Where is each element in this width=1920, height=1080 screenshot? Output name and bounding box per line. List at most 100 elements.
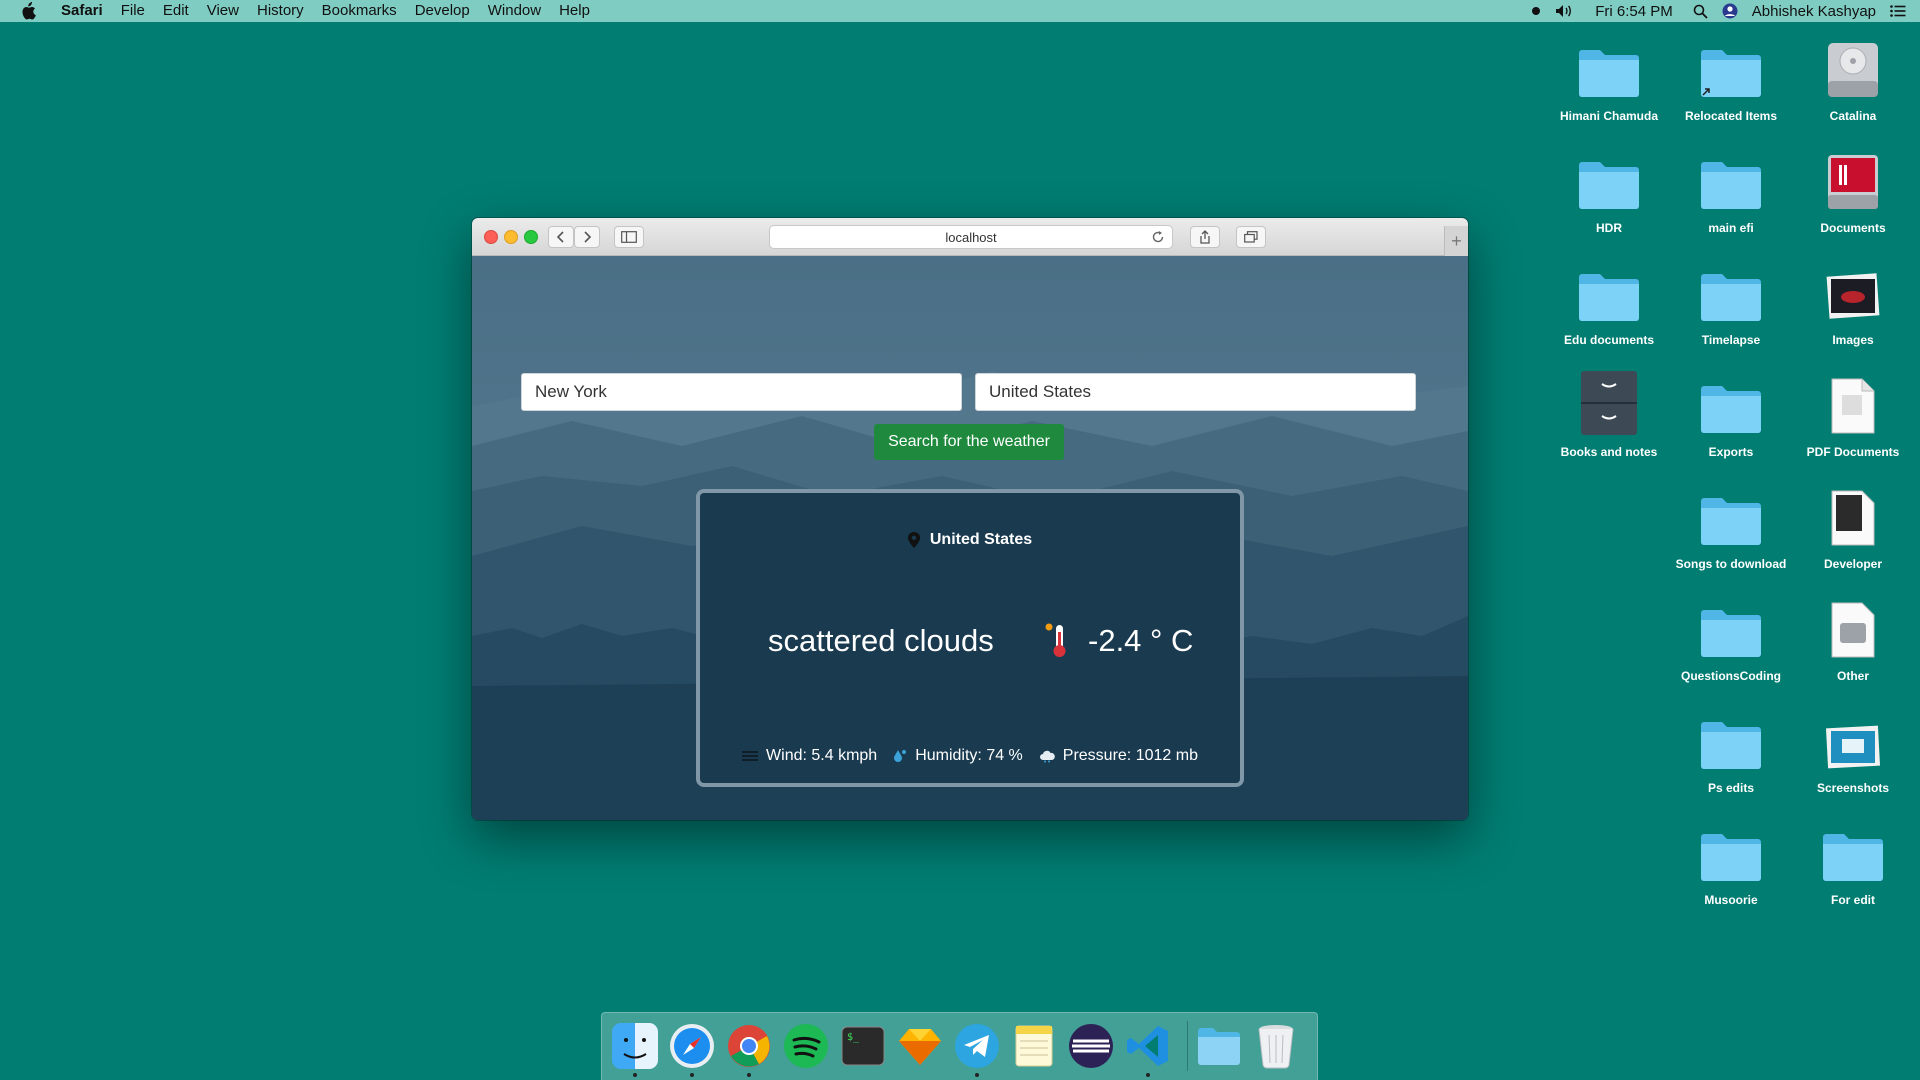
menubar-user-name[interactable]: Abhishek Kashyap: [1752, 3, 1876, 20]
weather-stats: Wind: 5.4 kmph Humidity: 74 % Pressure: …: [700, 747, 1240, 765]
notification-center-icon[interactable]: [1890, 5, 1906, 17]
safari-icon[interactable]: [667, 1021, 717, 1077]
desktop-item-questionscoding[interactable]: QuestionsCoding: [1671, 595, 1791, 695]
image-file-icon: [1821, 259, 1885, 323]
window-toolbar: localhost +: [472, 218, 1468, 256]
desktop-item-label: HDR: [1596, 221, 1622, 235]
safari-window: localhost + New York United States Searc…: [472, 218, 1468, 820]
desktop-item-label: Developer: [1823, 557, 1883, 571]
desktop-item-label: Catalina: [1829, 109, 1877, 123]
desktop-item-label: Books and notes: [1560, 445, 1658, 459]
close-window-button[interactable]: [484, 230, 498, 244]
desktop-item-relocated-items[interactable]: Relocated Items: [1671, 35, 1791, 135]
sidebar-icon: [621, 231, 637, 243]
share-button[interactable]: [1190, 226, 1220, 248]
chevron-left-icon: [556, 231, 564, 243]
volume-icon[interactable]: [1555, 4, 1573, 18]
menu-edit[interactable]: Edit: [154, 0, 198, 22]
parallels-drive-icon: [1821, 147, 1885, 211]
folder-icon: [1577, 259, 1641, 323]
menubar-clock[interactable]: Fri 6:54 PM: [1595, 3, 1673, 20]
desktop-item-documents[interactable]: Documents: [1793, 147, 1913, 247]
desktop-item-musoorie[interactable]: Musoorie: [1671, 819, 1791, 919]
desktop-item-developer[interactable]: Developer: [1793, 483, 1913, 583]
disk-image-file-icon: [1821, 595, 1885, 659]
desktop-item-images[interactable]: Images: [1793, 259, 1913, 359]
address-bar[interactable]: localhost: [769, 225, 1173, 249]
running-indicator: [747, 1073, 751, 1077]
menu-view[interactable]: View: [198, 0, 248, 22]
share-icon: [1200, 230, 1210, 244]
eclipse-icon[interactable]: [1066, 1021, 1116, 1071]
minimize-window-button[interactable]: [504, 230, 518, 244]
menu-bookmarks[interactable]: Bookmarks: [313, 0, 406, 22]
address-url: localhost: [945, 229, 997, 245]
vscode-icon[interactable]: [1123, 1021, 1173, 1077]
finder-icon[interactable]: [610, 1021, 660, 1077]
desktop-item-catalina[interactable]: Catalina: [1793, 35, 1913, 135]
desktop-item-books-and-notes[interactable]: Books and notes: [1549, 371, 1669, 471]
thermometer-icon: [1044, 622, 1072, 663]
spotify-icon[interactable]: [781, 1021, 831, 1071]
location-name: United States: [929, 531, 1033, 548]
temperature-value: -2.4 ° C: [1088, 623, 1194, 658]
telegram-icon[interactable]: [952, 1021, 1002, 1077]
desktop-item-timelapse[interactable]: Timelapse: [1671, 259, 1791, 359]
desktop-item-ps-edits[interactable]: Ps edits: [1671, 707, 1791, 807]
downloads-folder-icon[interactable]: [1194, 1021, 1244, 1071]
new-tab-button[interactable]: +: [1444, 226, 1468, 256]
desktop-item-hdr[interactable]: HDR: [1549, 147, 1669, 247]
pdf-file-icon: [1821, 371, 1885, 435]
sketch-icon[interactable]: [895, 1021, 945, 1071]
menu-window[interactable]: Window: [479, 0, 550, 22]
tab-overview-button[interactable]: [1236, 226, 1266, 248]
menu-file[interactable]: File: [112, 0, 154, 22]
desktop-item-label: PDF Documents: [1806, 445, 1900, 459]
chevron-right-icon: [584, 231, 592, 243]
desktop-item-label: Edu documents: [1563, 333, 1654, 347]
desktop-item-label: QuestionsCoding: [1681, 669, 1781, 683]
desktop-item-songs-to-download[interactable]: Songs to download: [1671, 483, 1791, 583]
sidebar-toggle-button[interactable]: [614, 226, 644, 248]
desktop-item-pdf-documents[interactable]: PDF Documents: [1793, 371, 1913, 471]
pressure-value: Pressure: 1012 mb: [1062, 747, 1198, 764]
menu-help[interactable]: Help: [550, 0, 599, 22]
apple-menu-icon[interactable]: [18, 1, 38, 21]
chrome-icon[interactable]: [724, 1021, 774, 1077]
trash-icon[interactable]: [1251, 1021, 1301, 1071]
search-weather-button[interactable]: Search for the weather: [874, 424, 1064, 460]
desktop-item-other[interactable]: Other: [1793, 595, 1913, 695]
forward-button[interactable]: [574, 226, 600, 248]
city-input[interactable]: New York: [521, 373, 962, 411]
desktop-item-label: Exports: [1708, 445, 1754, 459]
desktop-item-main-efi[interactable]: main efi: [1671, 147, 1791, 247]
menu-app-safari[interactable]: Safari: [52, 0, 112, 22]
desktop-item-screenshots[interactable]: Screenshots: [1793, 707, 1913, 807]
desktop-item-for-edit[interactable]: For edit: [1793, 819, 1913, 919]
folder-icon: [1699, 147, 1763, 211]
desktop-item-label: Musoorie: [1704, 893, 1758, 907]
spotlight-search-icon[interactable]: [1693, 4, 1708, 19]
folder-icon: [1699, 259, 1763, 323]
zoom-window-button[interactable]: [524, 230, 538, 244]
hard-drive-icon: [1821, 35, 1885, 99]
terminal-icon[interactable]: $_: [838, 1021, 888, 1071]
menu-history[interactable]: History: [248, 0, 313, 22]
menu-develop[interactable]: Develop: [406, 0, 479, 22]
desktop-item-label: main efi: [1708, 221, 1754, 235]
desktop-item-himani-chamuda[interactable]: Himani Chamuda: [1549, 35, 1669, 135]
reload-icon[interactable]: [1151, 230, 1165, 247]
plist-file-icon: [1821, 483, 1885, 547]
location-row: United States: [700, 531, 1240, 549]
user-avatar-icon[interactable]: [1722, 3, 1738, 19]
back-button[interactable]: [548, 226, 574, 248]
country-input[interactable]: United States: [975, 373, 1416, 411]
wind-icon: [742, 751, 759, 761]
location-pin-icon: [907, 532, 920, 548]
desktop-item-exports[interactable]: Exports: [1671, 371, 1791, 471]
desktop-item-edu-documents[interactable]: Edu documents: [1549, 259, 1669, 359]
recording-dot-icon[interactable]: [1531, 6, 1541, 16]
desktop-item-label: Ps edits: [1707, 781, 1755, 795]
notes-icon[interactable]: [1009, 1021, 1059, 1071]
folder-icon: [1699, 483, 1763, 547]
